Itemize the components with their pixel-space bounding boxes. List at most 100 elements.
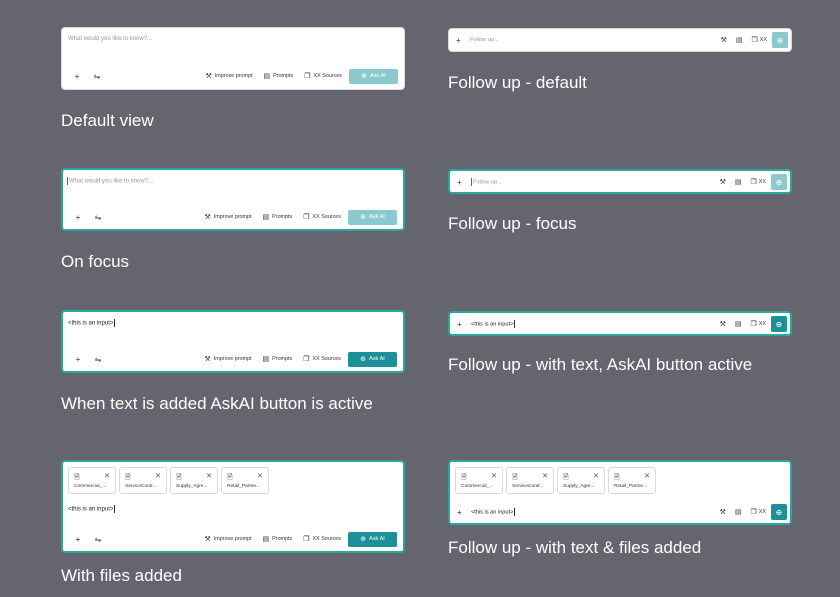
file-chip[interactable]: 🗎 ✕ ServiceContr...: [119, 467, 167, 494]
prompts-button[interactable]: ▤ Prompts: [263, 213, 293, 221]
close-icon[interactable]: ✕: [542, 472, 548, 480]
main-input-with-files[interactable]: 🗎 ✕ Commercial_... 🗎 ✕ ServiceContr... 🗎 ✕ Sup…: [61, 460, 405, 553]
prompts-button[interactable]: ▤ Prompts: [263, 355, 293, 363]
file-icon: 🗎: [227, 474, 233, 481]
file-name: Commercial_...: [74, 484, 107, 489]
improve-prompt-button[interactable]: ⚒ Improve prompt: [205, 213, 252, 221]
settings-icon[interactable]: ⇋: [91, 210, 105, 224]
add-icon[interactable]: +: [70, 69, 84, 83]
placeholder-text: Follow up...: [473, 179, 502, 186]
prompt-placeholder[interactable]: What would you like to know?...: [68, 36, 152, 42]
improve-prompt-button[interactable]: ⚒ Improve prompt: [206, 72, 253, 80]
placeholder-text: What would you like to know?...: [69, 178, 154, 185]
prompts-button[interactable]: ▤: [735, 508, 742, 516]
improve-prompt-button[interactable]: ⚒: [720, 178, 726, 186]
close-icon[interactable]: ✕: [257, 472, 263, 480]
add-icon[interactable]: +: [457, 508, 467, 517]
follow-up-placeholder[interactable]: Follow up...: [471, 178, 502, 186]
main-input-default[interactable]: What would you like to know?... + ⇋ ⚒ Imp…: [61, 27, 405, 90]
improve-prompt-button[interactable]: ⚒: [720, 508, 726, 516]
add-icon[interactable]: +: [457, 178, 467, 187]
sources-button[interactable]: ❐ XX: [751, 508, 766, 516]
sources-icon: ❐: [303, 536, 310, 543]
label-on-focus: On focus: [61, 252, 130, 271]
sources-icon: ❐: [303, 356, 310, 363]
sources-button[interactable]: ❐ XX Sources: [304, 72, 342, 80]
ask-ai-icon: ⊕: [360, 214, 366, 221]
add-icon[interactable]: +: [457, 320, 467, 329]
ask-ai-label: Ask AI: [369, 356, 385, 362]
improve-prompt-button[interactable]: ⚒ Improve prompt: [205, 355, 252, 363]
file-chip[interactable]: 🗎 ✕ Commercial_...: [455, 467, 503, 494]
add-icon[interactable]: +: [71, 210, 85, 224]
follow-up-with-text[interactable]: + <this is an input> ⚒ ▤ ❐ XX ⊕: [448, 311, 792, 336]
improve-prompt-button[interactable]: ⚒ Improve prompt: [205, 535, 252, 543]
follow-up-default[interactable]: + Follow up... ⚒ ▤ ❐ XX ⊕: [448, 28, 792, 52]
sources-label: XX Sources: [312, 356, 341, 362]
file-chip[interactable]: 🗎 ✕ Retail_Partne...: [608, 467, 656, 494]
follow-up-placeholder[interactable]: Follow up...: [470, 37, 499, 43]
prompt-placeholder[interactable]: What would you like to know?...: [67, 177, 153, 185]
file-chip[interactable]: 🗎 ✕ Supply_Agre...: [557, 467, 605, 494]
sources-button[interactable]: ❐ XX: [751, 178, 766, 186]
label-follow-focus: Follow up - focus: [448, 214, 577, 233]
file-name: Retail_Partne...: [614, 484, 648, 489]
sources-button[interactable]: ❐ XX Sources: [303, 355, 341, 363]
prompts-icon: ▤: [262, 214, 270, 221]
prompts-button[interactable]: ▤: [736, 36, 743, 44]
file-icon: 🗎: [125, 474, 131, 481]
prompts-button[interactable]: ▤: [735, 178, 742, 186]
settings-icon[interactable]: ⇋: [91, 532, 105, 546]
file-chip[interactable]: 🗎 ✕ ServiceContr...: [506, 467, 554, 494]
improve-prompt-button[interactable]: ⚒: [721, 36, 727, 44]
close-icon[interactable]: ✕: [155, 472, 161, 480]
file-icon: 🗎: [176, 474, 182, 481]
close-icon[interactable]: ✕: [206, 472, 212, 480]
file-chip[interactable]: 🗎 ✕ Supply_Agre...: [170, 467, 218, 494]
settings-icon[interactable]: ⇋: [91, 352, 105, 366]
prompts-button[interactable]: ▤ Prompts: [264, 72, 294, 80]
settings-icon[interactable]: ⇋: [90, 69, 104, 83]
file-icon: 🗎: [461, 474, 467, 481]
add-icon[interactable]: +: [71, 532, 85, 546]
follow-up-input-text[interactable]: <this is an input>: [471, 508, 516, 516]
improve-prompt-button[interactable]: ⚒: [720, 320, 726, 328]
ask-ai-button[interactable]: ⊕: [771, 504, 787, 520]
add-icon[interactable]: +: [456, 36, 466, 45]
ask-ai-button[interactable]: ⊕: [771, 316, 787, 332]
sources-count: XX: [758, 509, 766, 515]
main-input-focus[interactable]: What would you like to know?... + ⇋ ⚒ Imp…: [61, 168, 405, 231]
sources-button[interactable]: ❐ XX: [752, 36, 767, 44]
file-chip[interactable]: 🗎 ✕ Retail_Partne...: [221, 467, 269, 494]
follow-up-with-files[interactable]: 🗎 ✕ Commercial_... 🗎 ✕ ServiceContr... 🗎 ✕ Sup…: [448, 460, 792, 525]
follow-up-input-text[interactable]: <this is an input>: [471, 320, 516, 328]
file-chip[interactable]: 🗎 ✕ Commercial_...: [68, 467, 116, 494]
label-text-added: When text is added AskAI button is activ…: [61, 394, 373, 413]
sources-button[interactable]: ❐ XX Sources: [303, 213, 341, 221]
prompt-input-text[interactable]: <this is an input>: [68, 505, 116, 513]
prompts-label: Prompts: [272, 536, 293, 542]
input-toolbar: + ⇋ ⚒ Improve prompt ▤ Prompts ❐ XX Sources…: [63, 526, 403, 552]
ask-ai-button[interactable]: ⊕ Ask AI: [348, 209, 397, 225]
close-icon[interactable]: ✕: [593, 472, 599, 480]
prompts-button[interactable]: ▤: [735, 320, 742, 328]
close-icon[interactable]: ✕: [104, 472, 110, 480]
follow-up-focus[interactable]: + Follow up... ⚒ ▤ ❐ XX ⊕: [448, 169, 792, 194]
ask-ai-button[interactable]: ⊕: [771, 174, 787, 190]
sources-button[interactable]: ❐ XX Sources: [303, 535, 341, 543]
file-name: Commercial_...: [461, 484, 494, 489]
ask-ai-button[interactable]: ⊕ Ask AI: [349, 68, 398, 84]
ask-ai-button[interactable]: ⊕ Ask AI: [348, 531, 397, 547]
sources-button[interactable]: ❐ XX: [751, 320, 766, 328]
sources-icon: ❐: [304, 73, 311, 80]
close-icon[interactable]: ✕: [644, 472, 650, 480]
main-input-with-text[interactable]: <this is an input> + ⇋ ⚒ Improve prompt ▤…: [61, 310, 405, 373]
label-follow-default: Follow up - default: [448, 73, 587, 92]
prompts-button[interactable]: ▤ Prompts: [263, 535, 293, 543]
ask-ai-button[interactable]: ⊕ Ask AI: [348, 351, 397, 367]
prompt-input-text[interactable]: <this is an input>: [68, 319, 116, 327]
ask-ai-button[interactable]: ⊕: [772, 32, 788, 48]
sources-count: XX: [758, 179, 766, 185]
close-icon[interactable]: ✕: [491, 472, 497, 480]
add-icon[interactable]: +: [71, 352, 85, 366]
